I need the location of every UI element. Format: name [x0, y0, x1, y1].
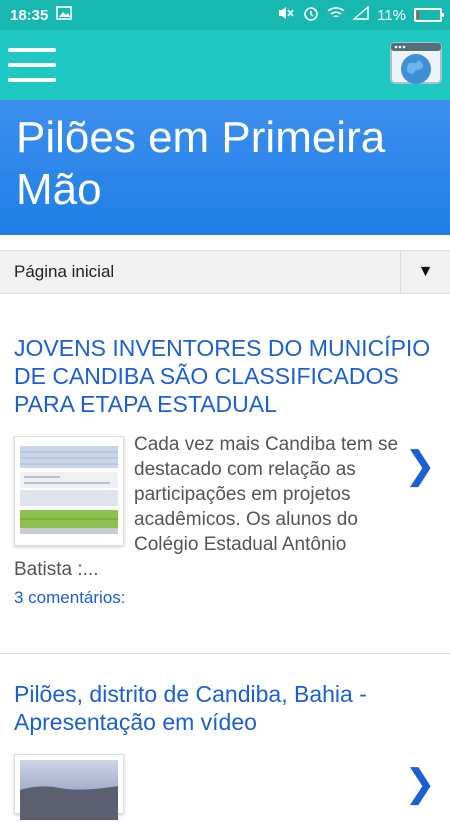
alarm-icon — [303, 5, 319, 25]
signal-icon — [352, 5, 369, 24]
wifi-icon — [327, 6, 345, 24]
chevron-right-icon[interactable]: ❯ — [404, 764, 436, 804]
hamburger-menu-icon[interactable] — [8, 48, 56, 82]
page-nav-select[interactable]: Página inicial ▼ — [0, 250, 450, 294]
gallery-icon — [56, 6, 73, 24]
app-bar — [0, 30, 450, 100]
mute-icon — [277, 5, 295, 25]
dropdown-arrow-icon[interactable]: ▼ — [400, 251, 450, 293]
blog-title[interactable]: Pilões em Primeira Mão — [16, 112, 434, 216]
browser-globe-icon[interactable] — [390, 42, 442, 88]
post-thumbnail[interactable] — [14, 754, 124, 820]
battery-icon — [414, 8, 444, 22]
battery-level — [417, 11, 419, 19]
nav-selected-label[interactable]: Página inicial — [0, 262, 400, 282]
post-body: Cada vez mais Candiba tem se destacado c… — [14, 432, 436, 608]
post-thumbnail[interactable] — [14, 436, 124, 546]
post-divider — [0, 653, 450, 654]
post-item: JOVENS INVENTORES DO MUNICÍPIO DE CANDIB… — [0, 334, 450, 608]
status-bar: 18:35 11% — [0, 0, 450, 30]
blog-header: Pilões em Primeira Mão — [0, 100, 450, 235]
chevron-right-icon[interactable]: ❯ — [404, 446, 436, 486]
post-item: Pilões, distrito de Candiba, Bahia - Apr… — [0, 680, 450, 820]
status-time: 18:35 — [10, 6, 49, 24]
post-title[interactable]: JOVENS INVENTORES DO MUNICÍPIO DE CANDIB… — [14, 334, 436, 418]
comments-link[interactable]: 3 comentários: — [14, 588, 436, 608]
post-title[interactable]: Pilões, distrito de Candiba, Bahia - Apr… — [14, 680, 436, 736]
battery-percent: 11% — [377, 6, 406, 24]
